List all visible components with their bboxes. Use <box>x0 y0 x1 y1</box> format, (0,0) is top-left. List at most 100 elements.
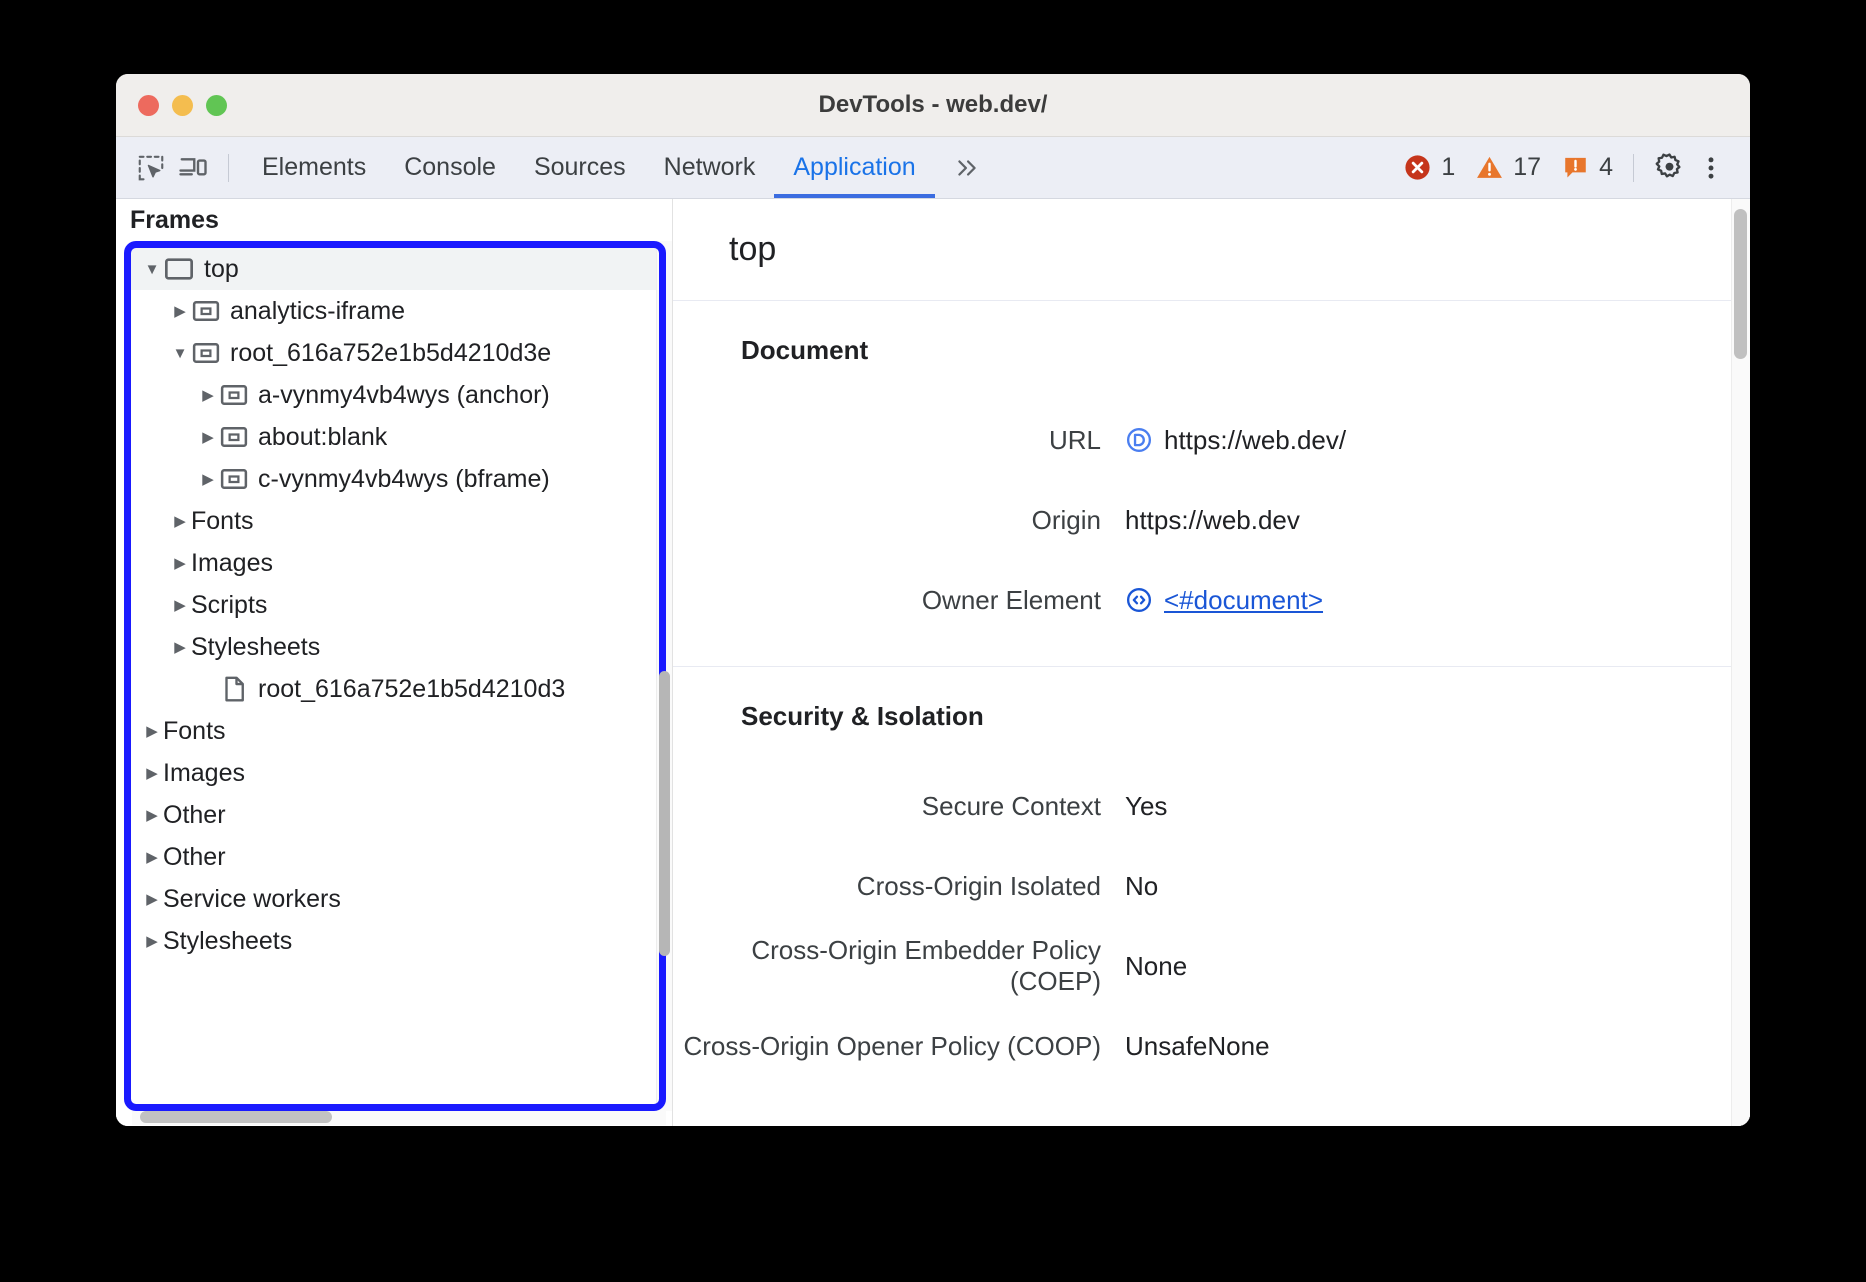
chevron-right-icon[interactable]: ▶ <box>141 890 163 908</box>
tree-item-label: Images <box>191 549 273 578</box>
tree-item[interactable]: ▶Fonts <box>131 710 659 752</box>
chevron-right-icon[interactable]: ▶ <box>169 512 191 530</box>
window-title-bar: DevTools - web.dev/ <box>116 74 1750 137</box>
tree-item[interactable]: ▼top <box>131 248 659 290</box>
toolbar-divider <box>228 154 229 182</box>
tree-item[interactable]: ▶Images <box>131 542 659 584</box>
three-dots-vertical-icon[interactable] <box>1690 147 1732 189</box>
frames-tree-wrapper: ▼top▶analytics-iframe▼root_616a752e1b5d4… <box>124 241 672 1126</box>
tree-item[interactable]: ▶Images <box>131 752 659 794</box>
chevron-right-icon[interactable]: ▶ <box>141 722 163 740</box>
detail-row-value: UnsafeNone <box>1125 1031 1270 1062</box>
screenshot-root: DevTools - web.dev/ Elements <box>0 0 1866 1282</box>
code-circle-icon <box>1125 586 1153 614</box>
tree-item[interactable]: ▼root_616a752e1b5d4210d3e <box>131 332 659 374</box>
tab-network-label: Network <box>664 153 756 182</box>
tab-sources[interactable]: Sources <box>515 137 645 198</box>
gear-icon[interactable] <box>1648 147 1690 189</box>
panel-tabs: Elements Console Sources Network Applica… <box>243 137 935 198</box>
tree-vertical-scrollbar-thumb[interactable] <box>659 671 670 956</box>
detail-row-value: No <box>1125 871 1158 902</box>
frame-top-icon <box>163 253 195 285</box>
warning-counter[interactable]: 17 <box>1469 153 1547 182</box>
detail-row-text: None <box>1125 951 1187 982</box>
chevron-down-icon[interactable]: ▼ <box>141 261 163 278</box>
tree-item[interactable]: ▶Fonts <box>131 500 659 542</box>
tree-item-label: Service workers <box>163 885 341 914</box>
tab-elements[interactable]: Elements <box>243 137 385 198</box>
tree-item-label: Images <box>163 759 245 788</box>
chevron-double-right-icon[interactable] <box>935 155 999 181</box>
detail-row-link[interactable]: <#document> <box>1164 585 1323 616</box>
frame-icon <box>191 296 221 326</box>
tree-item-label: Other <box>163 801 226 830</box>
detail-row-key: Cross-Origin Embedder Policy (COEP) <box>673 935 1125 997</box>
chevron-right-icon[interactable]: ▶ <box>169 638 191 656</box>
detail-row-text: https://web.dev/ <box>1164 425 1346 456</box>
chevron-right-icon[interactable]: ▶ <box>169 302 191 320</box>
detail-row-value[interactable]: <#document> <box>1125 585 1323 616</box>
detail-row-text: Yes <box>1125 791 1167 822</box>
tab-console[interactable]: Console <box>385 137 515 198</box>
section-heading: Security & Isolation <box>673 701 1732 732</box>
detail-row-key: Cross-Origin Isolated <box>673 871 1125 902</box>
frames-tree[interactable]: ▼top▶analytics-iframe▼root_616a752e1b5d4… <box>131 248 659 1104</box>
tree-item-label: Stylesheets <box>163 927 292 956</box>
tab-network[interactable]: Network <box>645 137 775 198</box>
window-title: DevTools - web.dev/ <box>116 91 1750 119</box>
tree-item-label: Stylesheets <box>191 633 320 662</box>
tab-console-label: Console <box>404 153 496 182</box>
tab-elements-label: Elements <box>262 153 366 182</box>
detail-row-value: https://web.dev/ <box>1125 425 1346 456</box>
detail-row-key: Secure Context <box>673 791 1125 822</box>
tree-item[interactable]: root_616a752e1b5d4210d3 <box>131 668 659 710</box>
chevron-right-icon[interactable]: ▶ <box>141 848 163 866</box>
chevron-right-icon[interactable]: ▶ <box>141 764 163 782</box>
error-circle-icon <box>1403 153 1432 182</box>
inspect-element-icon[interactable] <box>130 147 172 189</box>
details-scrollbar-thumb[interactable] <box>1734 209 1747 359</box>
tree-item[interactable]: ▶Other <box>131 836 659 878</box>
detail-row: Cross-Origin Embedder Policy (COEP)None <box>673 926 1732 1006</box>
detail-row-text: UnsafeNone <box>1125 1031 1270 1062</box>
tree-item[interactable]: ▶a-vynmy4vb4wys (anchor) <box>131 374 659 416</box>
devtools-body: Frames ▼top▶analytics-iframe▼root_616a75… <box>116 199 1750 1126</box>
tree-item[interactable]: ▶c-vynmy4vb4wys (bframe) <box>131 458 659 500</box>
detail-row-key: URL <box>673 425 1125 456</box>
detail-row: Cross-Origin IsolatedNo <box>673 846 1732 926</box>
device-toolbar-icon[interactable] <box>172 147 214 189</box>
chevron-right-icon[interactable]: ▶ <box>169 596 191 614</box>
chevron-right-icon[interactable]: ▶ <box>197 470 219 488</box>
chevron-right-icon[interactable]: ▶ <box>197 428 219 446</box>
detail-sections: DocumentURLhttps://web.dev/Originhttps:/… <box>673 301 1732 1112</box>
detail-row-value: None <box>1125 951 1187 982</box>
chevron-right-icon[interactable]: ▶ <box>197 386 219 404</box>
chevron-right-icon[interactable]: ▶ <box>169 554 191 572</box>
tree-item[interactable]: ▶Scripts <box>131 584 659 626</box>
error-counter[interactable]: 1 <box>1397 153 1461 182</box>
chevron-right-icon[interactable]: ▶ <box>141 932 163 950</box>
tree-item-label: Fonts <box>163 717 226 746</box>
frames-sidebar: Frames ▼top▶analytics-iframe▼root_616a75… <box>116 199 673 1126</box>
tab-application[interactable]: Application <box>774 137 934 198</box>
tree-item[interactable]: ▶Stylesheets <box>131 626 659 668</box>
tree-item[interactable]: ▶ analytics-iframe <box>131 290 659 332</box>
tree-item[interactable]: ▶Stylesheets <box>131 920 659 962</box>
detail-row: URL https://web.dev/ <box>673 400 1732 480</box>
chevron-right-icon[interactable]: ▶ <box>141 806 163 824</box>
tree-item[interactable]: ▶Service workers <box>131 878 659 920</box>
tree-horizontal-scrollbar-thumb[interactable] <box>140 1111 332 1123</box>
tree-item[interactable]: ▶Other <box>131 794 659 836</box>
document-circle-icon <box>1125 426 1153 454</box>
maximize-window-button[interactable] <box>206 95 227 116</box>
document-icon <box>219 674 249 704</box>
minimize-window-button[interactable] <box>172 95 193 116</box>
detail-row-text: No <box>1125 871 1158 902</box>
chevron-down-icon[interactable]: ▼ <box>169 345 191 362</box>
tree-item-label: analytics-iframe <box>230 297 405 326</box>
issue-counter[interactable]: 4 <box>1555 153 1619 182</box>
tree-item-label: root_616a752e1b5d4210d3 <box>258 675 565 704</box>
tree-item[interactable]: ▶about:blank <box>131 416 659 458</box>
frame-icon <box>219 380 249 410</box>
close-window-button[interactable] <box>138 95 159 116</box>
